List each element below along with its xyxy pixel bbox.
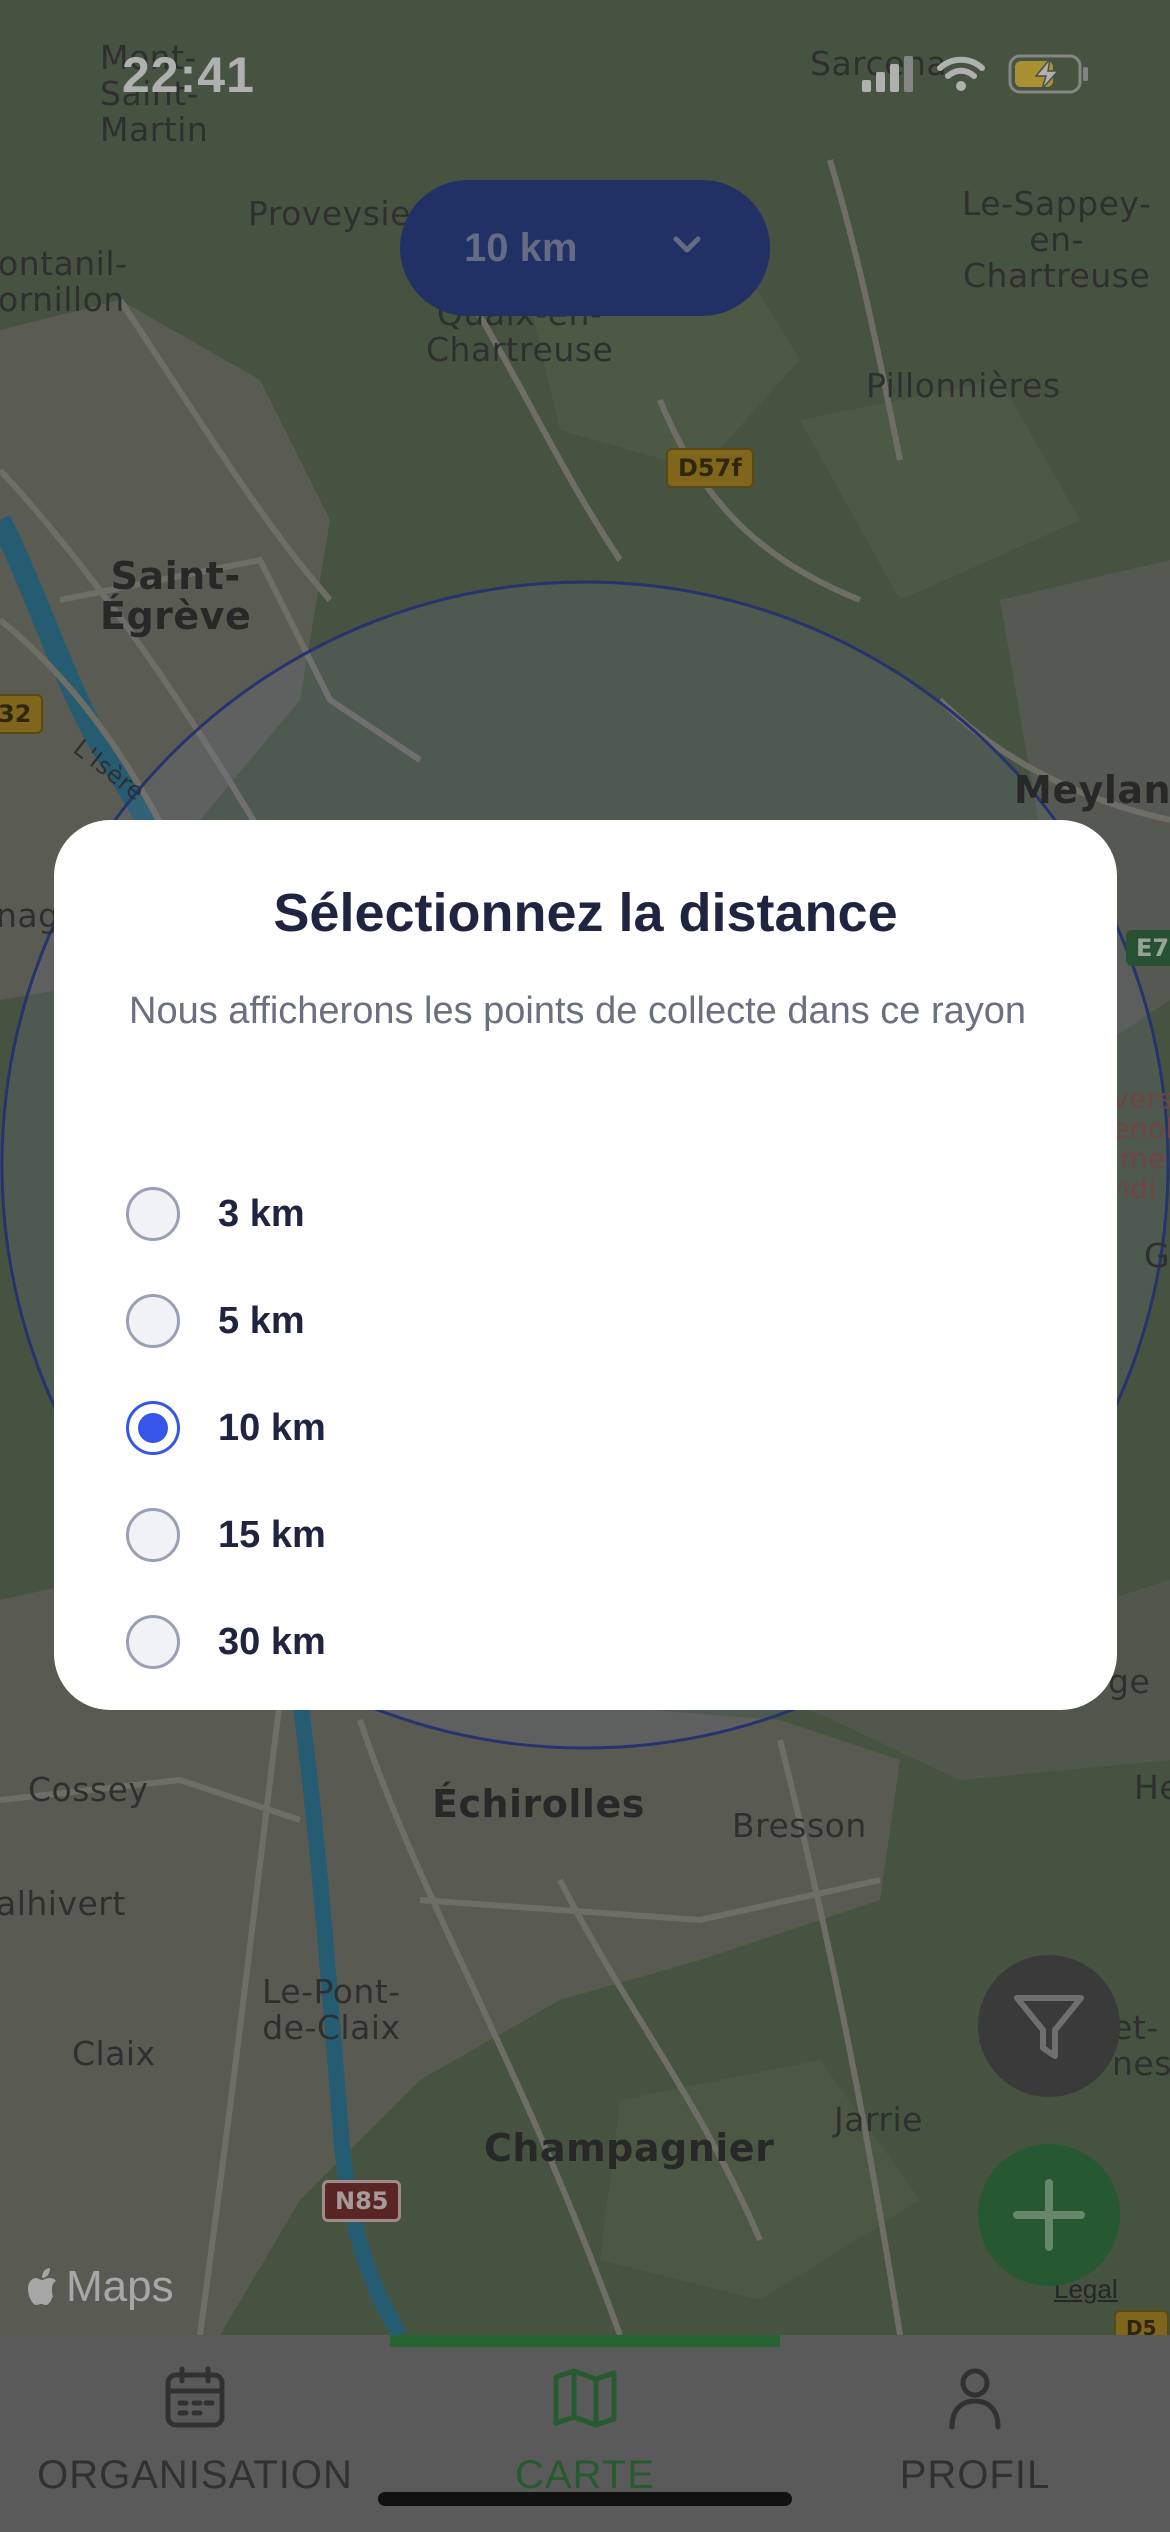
distance-option-3km[interactable]: 3 km bbox=[126, 1174, 1026, 1254]
distance-dialog: Sélectionnez la distance Nous afficheron… bbox=[54, 820, 1117, 1710]
option-label: 15 km bbox=[218, 1513, 326, 1556]
radio-button[interactable] bbox=[126, 1508, 180, 1562]
home-indicator bbox=[378, 2492, 792, 2506]
option-label: 5 km bbox=[218, 1299, 305, 1342]
distance-option-15km[interactable]: 15 km bbox=[126, 1495, 1026, 1575]
radio-button[interactable] bbox=[126, 1294, 180, 1348]
dialog-title: Sélectionnez la distance bbox=[273, 883, 898, 943]
radio-button[interactable] bbox=[126, 1615, 180, 1669]
dialog-subtitle: Nous afficherons les points de collecte … bbox=[129, 990, 1027, 1032]
option-label: 10 km bbox=[218, 1406, 326, 1449]
distance-option-30km[interactable]: 30 km bbox=[126, 1602, 1026, 1682]
radio-button-selected[interactable] bbox=[126, 1401, 180, 1455]
option-label: 3 km bbox=[218, 1192, 305, 1235]
distance-option-5km[interactable]: 5 km bbox=[126, 1281, 1026, 1361]
radio-button[interactable] bbox=[126, 1187, 180, 1241]
option-label: 30 km bbox=[218, 1620, 326, 1663]
distance-option-10km[interactable]: 10 km bbox=[126, 1388, 1026, 1468]
